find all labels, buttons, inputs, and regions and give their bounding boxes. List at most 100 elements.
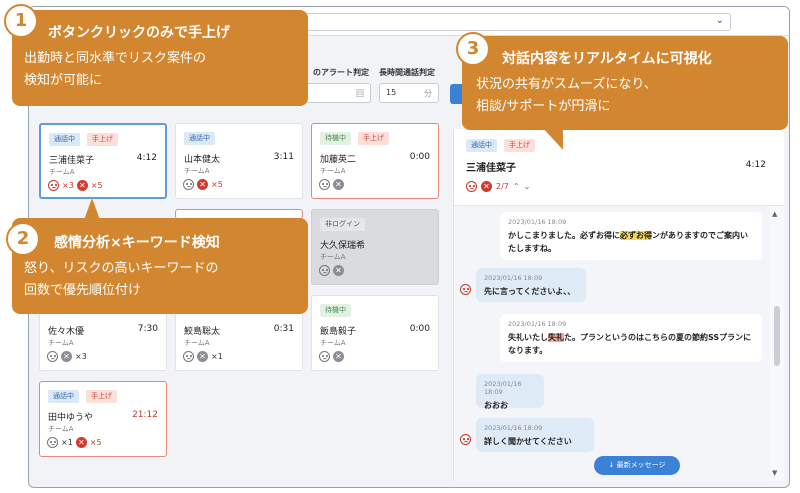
callout-number: 3 (456, 32, 490, 66)
agent-card[interactable]: 通話中 手上げ 田中ゆうや 21:12 チームA ×1 ✕ ×5 (39, 381, 167, 457)
callout-heading: 対話内容をリアルタイムに可視化 (502, 51, 712, 67)
callout-body: 検知が可能に (24, 73, 103, 88)
call-time: 0:31 (273, 324, 294, 334)
agent-name: 山本健太 (184, 155, 221, 165)
keyword-count: ×3 (75, 352, 87, 361)
chevron-up-icon[interactable]: ⌃ (513, 182, 520, 191)
raise-hand-badge: 手上げ (504, 139, 535, 152)
keyword-x-icon: ✕ (333, 351, 344, 362)
customer-message: 2023/01/16 18:09 詳しく聞かせてください (476, 418, 594, 452)
scroll-thumb[interactable] (774, 306, 780, 366)
agent-name: 三浦佳菜子 (49, 156, 95, 166)
callout-body: 出勤時と同水準でリスク案件の (24, 51, 207, 66)
face-icon (319, 265, 330, 276)
team-label: チームA (48, 425, 74, 433)
customer-message: 2023/01/16 18:09 おおお (476, 374, 544, 410)
agent-name: 三浦佳菜子 (466, 163, 516, 174)
message-text: おおお (484, 401, 508, 410)
keyword-count: ×5 (89, 438, 102, 447)
team-label: チームA (320, 167, 346, 175)
message-text: かしこまりました。必ずお得に必ずお得ンがありますのでご案内いたしますね。 (508, 231, 748, 253)
message-text: 詳しく聞かせてください (484, 437, 572, 446)
angry-face-icon (460, 284, 471, 295)
face-icon (319, 179, 330, 190)
status-badge: 待機中 (320, 304, 351, 317)
call-time: 0:00 (409, 152, 430, 162)
chevron-down-icon: ⌄ (715, 15, 724, 26)
message-timestamp: 2023/01/16 18:09 (484, 274, 543, 282)
chevron-down-icon[interactable]: ⌄ (524, 182, 531, 191)
message-timestamp: 2023/01/16 18:09 (484, 424, 543, 432)
long-call-input[interactable]: 15 分 (379, 83, 439, 103)
keyword-count: ×5 (90, 181, 103, 190)
callout-body: 怒り、リスクの高いキーワードの (24, 261, 219, 276)
conversation-panel: 通話中 手上げ 三浦佳菜子 4:12 ✕ 2/7 ⌃ ⌄ 2023/01/16 … (453, 129, 784, 481)
scroll-down-icon[interactable]: ▼ (772, 469, 777, 477)
agent-card[interactable]: 待機中 飯島毅子 0:00 チームA ✕ (311, 295, 439, 371)
keyword-x-icon: ✕ (333, 179, 344, 190)
alert-label: のアラート判定 (313, 68, 369, 77)
agent-card[interactable]: 待機中 手上げ 加藤英二 0:00 チームA ✕ (311, 123, 439, 199)
keyword-x-icon: ✕ (197, 179, 208, 190)
angry-face-icon (466, 181, 477, 192)
keyword-x-icon: ✕ (481, 181, 492, 192)
latest-message-label: 最新メッセージ (616, 461, 666, 469)
operator-message: 2023/01/16 18:09 失礼いたし失礼た。プランというのはこちらの夏の… (500, 314, 762, 362)
raise-hand-badge: 手上げ (86, 390, 117, 403)
call-time: 0:00 (409, 324, 430, 334)
callout-1: ボタンクリックのみで手上げ 出勤時と同水準でリスク案件の 検知が可能に (12, 10, 308, 106)
angry-face-icon (48, 180, 59, 191)
alert-input[interactable]: 回 (305, 83, 371, 103)
agent-card[interactable]: 通話中 山本健太 3:11 チームA ✕ ×5 (175, 123, 303, 199)
scroll-up-icon[interactable]: ▲ (772, 210, 777, 218)
call-time: 4:12 (745, 160, 766, 170)
call-time: 4:12 (136, 153, 157, 163)
team-label: チームA (184, 339, 210, 347)
keyword-x-icon: ✕ (61, 351, 72, 362)
keyword-count: ×5 (211, 180, 223, 189)
agent-card[interactable]: 非ログイン 大久保瑞希 チームA ✕ (311, 209, 439, 285)
callout-body: 回数で優先順位付け (24, 283, 142, 298)
face-icon (319, 351, 330, 362)
message-timestamp: 2023/01/16 18:09 (508, 218, 567, 226)
callout-body: 状況の共有がスムーズになり、 (476, 77, 657, 92)
team-label: チームA (184, 167, 210, 175)
agent-name: 加藤英二 (320, 155, 357, 165)
agent-name: 飯島毅子 (320, 327, 357, 337)
chat-area[interactable]: 2023/01/16 18:09 かしこまりました。必ずお得に必ずお得ンがありま… (454, 206, 770, 481)
agent-name: 田中ゆうや (48, 413, 94, 423)
team-label: チームA (320, 339, 346, 347)
keyword-highlight: 失礼 (548, 333, 564, 342)
face-icon (47, 351, 58, 362)
keyword-x-icon: ✕ (197, 351, 208, 362)
latest-message-button[interactable]: ↓ 最新メッセージ (594, 456, 680, 475)
angry-face-icon (460, 434, 471, 445)
raise-hand-badge: 手上げ (87, 133, 118, 146)
keyword-count: ×1 (211, 352, 223, 361)
long-call-label: 長時間通話判定 (379, 68, 435, 77)
agent-card[interactable]: 通話中 手上げ 三浦佳菜子 4:12 チームA ×3 ✕ ×5 (39, 123, 167, 199)
message-text: 先に言ってくださいよ、、 (484, 287, 576, 296)
chat-scrollbar[interactable]: ▲ ▼ (770, 206, 784, 481)
callout-2: 感情分析×キーワード検知 怒り、リスクの高いキーワードの 回数で優先順位付け (12, 218, 308, 314)
message-timestamp: 2023/01/16 18:09 (508, 320, 567, 328)
face-icon (183, 179, 194, 190)
message-text: 失礼いたし失礼た。プランというのはこちらの夏の節約SSプランになります。 (508, 333, 752, 355)
team-select[interactable]: ⌄ (299, 13, 731, 31)
emotion-count: ×1 (61, 438, 73, 447)
face-icon (47, 437, 58, 448)
status-badge: 通話中 (48, 390, 79, 403)
status-badge: 通話中 (466, 139, 497, 152)
agent-name: 佐々木優 (48, 327, 85, 337)
agent-name: 鮫島聡太 (184, 327, 221, 337)
team-label: チームA (48, 339, 74, 347)
callout-3: 対話内容をリアルタイムに可視化 状況の共有がスムーズになり、 相談/サポートが円… (462, 36, 788, 130)
callout-number: 1 (4, 4, 38, 38)
raise-hand-badge: 手上げ (358, 132, 389, 145)
keyword-x-icon: ✕ (333, 265, 344, 276)
status-badge: 通話中 (184, 132, 215, 145)
team-label: チームA (49, 168, 75, 176)
callout-pointer (84, 198, 100, 220)
team-label: チームA (320, 253, 346, 261)
status-badge: 待機中 (320, 132, 351, 145)
